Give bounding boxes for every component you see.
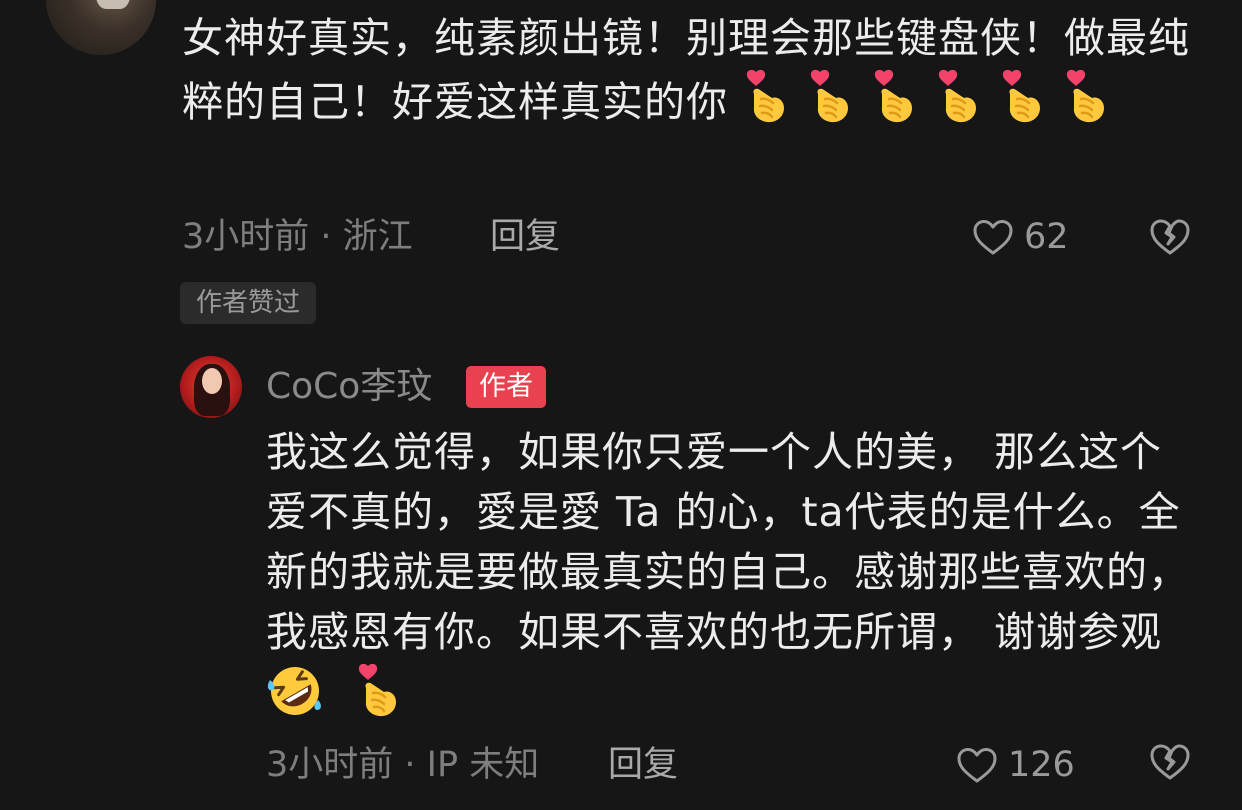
- comment-text: 女神好真实，纯素颜出镜！别理会那些键盘侠！做最纯粹的自己！好爱这样真实的你: [182, 8, 1192, 132]
- reply-body: 我这么觉得，如果你只爱一个人的美， 那么这个爱不真的，愛是愛 Ta 的心，ta代…: [266, 428, 1190, 656]
- comment-thread: 女神好真实，纯素颜出镜！别理会那些键盘侠！做最纯粹的自己！好爱这样真实的你 3小…: [0, 0, 1242, 810]
- reply-emoji-row: [266, 663, 404, 720]
- author-badge: 作者: [466, 366, 546, 408]
- reply-like-count: 126: [1008, 745, 1075, 785]
- reply-like-button[interactable]: 126: [956, 740, 1075, 790]
- heart-hands-emoji: [810, 69, 849, 123]
- heart-outline-icon: [973, 220, 1013, 255]
- reply-meta: 3小时前 · IP 未知 回复: [266, 740, 678, 790]
- heart-hands-emoji: [938, 69, 977, 123]
- commenter-avatar[interactable]: [46, 0, 156, 55]
- reply-button[interactable]: 回复: [608, 740, 678, 790]
- comment-like-button[interactable]: 62: [972, 212, 1069, 262]
- heart-hands-emoji: [358, 663, 396, 717]
- reply-time: 3小时前: [266, 745, 394, 785]
- reply-location: IP 未知: [426, 745, 540, 785]
- heart-hands-emoji: [874, 69, 913, 123]
- heart-outline-icon: [957, 748, 997, 783]
- reply-author-name[interactable]: CoCo李玟: [266, 364, 432, 410]
- reply-text: 我这么觉得，如果你只爱一个人的美， 那么这个爱不真的，愛是愛 Ta 的心，ta代…: [266, 422, 1196, 726]
- heart-hands-emoji: [1066, 69, 1105, 123]
- heart-hands-emoji: [1002, 69, 1041, 123]
- meta-separator: ·: [309, 217, 343, 257]
- broken-heart-icon[interactable]: [1148, 215, 1192, 259]
- comment-location: 浙江: [342, 217, 413, 257]
- heart-hands-emoji: [746, 69, 785, 123]
- avatar-face: [202, 368, 222, 394]
- broken-heart-icon[interactable]: [1148, 740, 1192, 784]
- reply-button[interactable]: 回复: [490, 212, 560, 262]
- comment-emoji-row: [742, 69, 1126, 126]
- meta-separator: ·: [393, 745, 427, 785]
- comment-time: 3小时前: [182, 217, 310, 257]
- rofl-emoji: [267, 667, 321, 715]
- avatar-figure: [96, 0, 130, 9]
- comment-like-count: 62: [1024, 217, 1069, 257]
- author-avatar[interactable]: [180, 356, 242, 418]
- author-liked-chip: 作者赞过: [180, 282, 317, 324]
- comment-meta: 3小时前 · 浙江 回复: [182, 212, 560, 262]
